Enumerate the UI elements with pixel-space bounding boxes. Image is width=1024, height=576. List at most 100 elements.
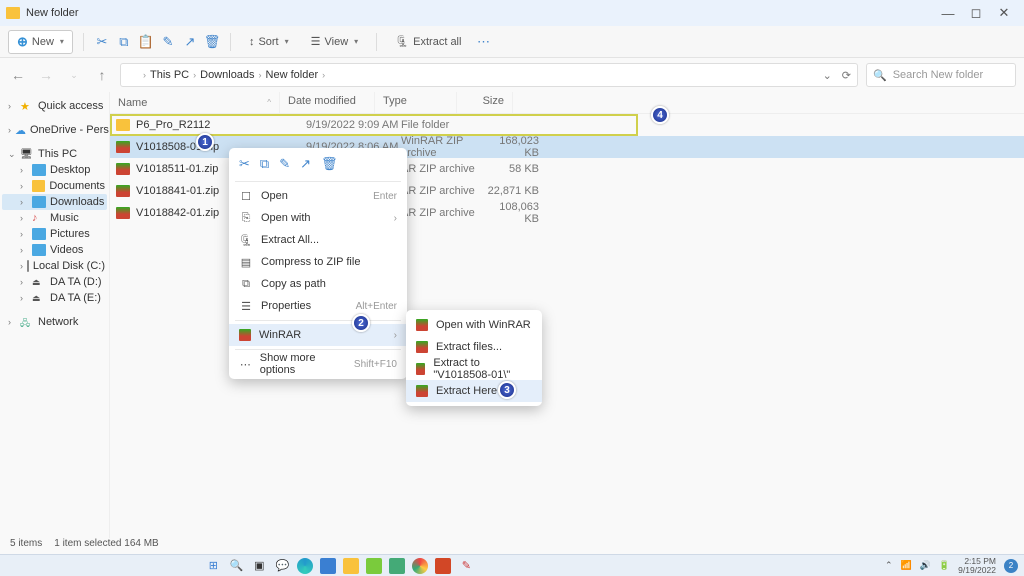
col-name[interactable]: Name^ [110,92,280,113]
sidebar-item-network[interactable]: ›Network [2,314,107,330]
sub-extract-to[interactable]: Extract to "V1018508-01\" [406,358,542,380]
ctx-properties[interactable]: ☰PropertiesAlt+Enter [229,295,407,317]
ctx-rename-icon[interactable]: ✎ [279,156,290,172]
copypath-icon: ⧉ [239,278,253,291]
app-icon[interactable]: ✎ [458,558,474,574]
cut-icon[interactable]: ✂ [94,34,110,50]
paste-icon[interactable]: 📋 [138,34,154,50]
col-date[interactable]: Date modified [280,92,375,113]
close-button[interactable]: ✕ [990,5,1018,21]
more-icon[interactable]: ⋯ [475,34,491,50]
label: Local Disk (C:) [33,260,105,272]
ctx-winrar[interactable]: WinRAR› [229,324,407,346]
powerpoint-icon[interactable] [435,558,451,574]
pictures-icon [32,228,46,240]
share-icon[interactable]: ↗ [182,34,198,50]
chrome-icon[interactable] [412,558,428,574]
rename-icon[interactable]: ✎ [160,34,176,50]
sidebar-item-data-d[interactable]: ›DA TA (D:) [2,274,107,290]
battery-icon[interactable]: 🔋 [939,560,950,571]
sort-button[interactable]: ↕ Sort▾ [241,33,297,51]
volume-icon[interactable]: 🔊 [920,560,931,571]
history-caret[interactable]: ⌄ [64,70,84,81]
label: Quick access [38,100,103,112]
col-size[interactable]: Size [457,92,513,113]
edge-icon[interactable] [297,558,313,574]
back-button[interactable]: ← [8,67,28,83]
ctx-copy-icon[interactable]: ⧉ [260,156,269,172]
maximize-button[interactable]: ◻ [962,5,990,21]
drive-icon [32,292,46,304]
label: Compress to ZIP file [261,256,360,268]
address-bar[interactable]: › This PC › Downloads › New folder › ⌄ ⟳ [120,63,858,87]
explorer-icon[interactable] [343,558,359,574]
tray-chevron-icon[interactable]: ⌃ [885,560,893,571]
sidebar-item-data-e[interactable]: ›DA TA (E:) [2,290,107,306]
cell-size: 58 KB [483,163,539,175]
label: DA TA (E:) [50,292,101,304]
search-box[interactable]: 🔍 Search New folder [866,63,1016,87]
sidebar-item-this-pc[interactable]: ⌄This PC [2,146,107,162]
ctx-copy-path[interactable]: ⧉Copy as path [229,273,407,295]
label: Extract All... [261,234,319,246]
ctx-cut-icon[interactable]: ✂ [239,156,250,172]
minimize-button[interactable]: — [934,6,962,21]
clock[interactable]: 2:15 PM 9/19/2022 [958,557,996,575]
delete-icon[interactable]: 🗑 [204,34,220,50]
download-icon [32,196,46,208]
label: Extract to "V1018508-01\" [433,357,532,381]
crumb-downloads[interactable]: Downloads [200,69,254,81]
chat-icon[interactable]: 💬 [274,558,290,574]
ctx-share-icon[interactable]: ↗ [300,156,311,172]
taskbar: ⊞ 🔍 ▣ 💬 ✎ ⌃ 📶 🔊 🔋 2:15 PM 9/19/2022 2 [0,554,1024,576]
extract-all-button[interactable]: 🗜 Extract all [387,32,469,51]
view-button[interactable]: ☰ View▾ [303,32,367,51]
sub-open-winrar[interactable]: Open with WinRAR [406,314,542,336]
ctx-open[interactable]: ☐OpenEnter [229,185,407,207]
open-icon: ☐ [239,190,253,203]
sidebar-item-music[interactable]: ›Music [2,210,107,226]
start-button[interactable]: ⊞ [205,558,221,574]
ctx-delete-icon[interactable]: 🗑 [321,156,338,172]
crumb-this-pc[interactable]: This PC [150,69,189,81]
sidebar-item-documents[interactable]: ›Documents [2,178,107,194]
crumb-newfolder[interactable]: New folder [266,69,319,81]
ctx-compress[interactable]: ▤Compress to ZIP file [229,251,407,273]
notification-badge[interactable]: 2 [1004,559,1018,573]
winrar-icon [416,341,428,353]
ctx-show-more[interactable]: ⋯Show more optionsShift+F10 [229,353,407,375]
ctx-extract-all[interactable]: 🗜Extract All... [229,229,407,251]
sidebar-item-onedrive[interactable]: ›OneDrive - Personal [2,122,107,138]
calendar-icon[interactable] [366,558,382,574]
sub-extract-files[interactable]: Extract files... [406,336,542,358]
sidebar-item-local-disk[interactable]: ›Local Disk (C:) [2,258,107,274]
address-history-icon[interactable]: ⌄ [823,69,832,82]
new-button[interactable]: ⊕New▾ [8,30,73,54]
sidebar-item-desktop[interactable]: ›Desktop [2,162,107,178]
up-button[interactable]: ↑ [92,67,112,83]
col-type[interactable]: Type [375,92,457,113]
sidebar-item-videos[interactable]: ›Videos [2,242,107,258]
hint: Alt+Enter [356,301,397,312]
search-button[interactable]: 🔍 [228,558,244,574]
cell-date: 9/19/2022 9:09 AM [306,119,401,131]
ctx-open-with[interactable]: ⎘Open with› [229,207,407,229]
taskview-button[interactable]: ▣ [251,558,267,574]
forward-button[interactable]: → [36,67,56,83]
app-icon[interactable] [389,558,405,574]
sub-extract-here[interactable]: Extract Here [406,380,542,402]
search-placeholder: Search New folder [893,69,984,81]
system-tray[interactable]: ⌃ 📶 🔊 🔋 2:15 PM 9/19/2022 2 [885,557,1024,575]
sidebar-item-downloads[interactable]: ›Downloads [2,194,107,210]
annotation-callout-2: 2 [352,314,370,332]
date: 9/19/2022 [958,566,996,575]
mail-icon[interactable] [320,558,336,574]
wifi-icon[interactable]: 📶 [900,560,911,571]
refresh-icon[interactable]: ⟳ [842,69,851,82]
sidebar-item-pictures[interactable]: ›Pictures [2,226,107,242]
column-headers: Name^ Date modified Type Size [110,92,1024,114]
file-row[interactable]: P6_Pro_R2112 9/19/2022 9:09 AM File fold… [110,114,1024,136]
hint: Enter [373,191,397,202]
copy-icon[interactable]: ⧉ [116,34,132,50]
sidebar-item-quick-access[interactable]: ›Quick access [2,98,107,114]
